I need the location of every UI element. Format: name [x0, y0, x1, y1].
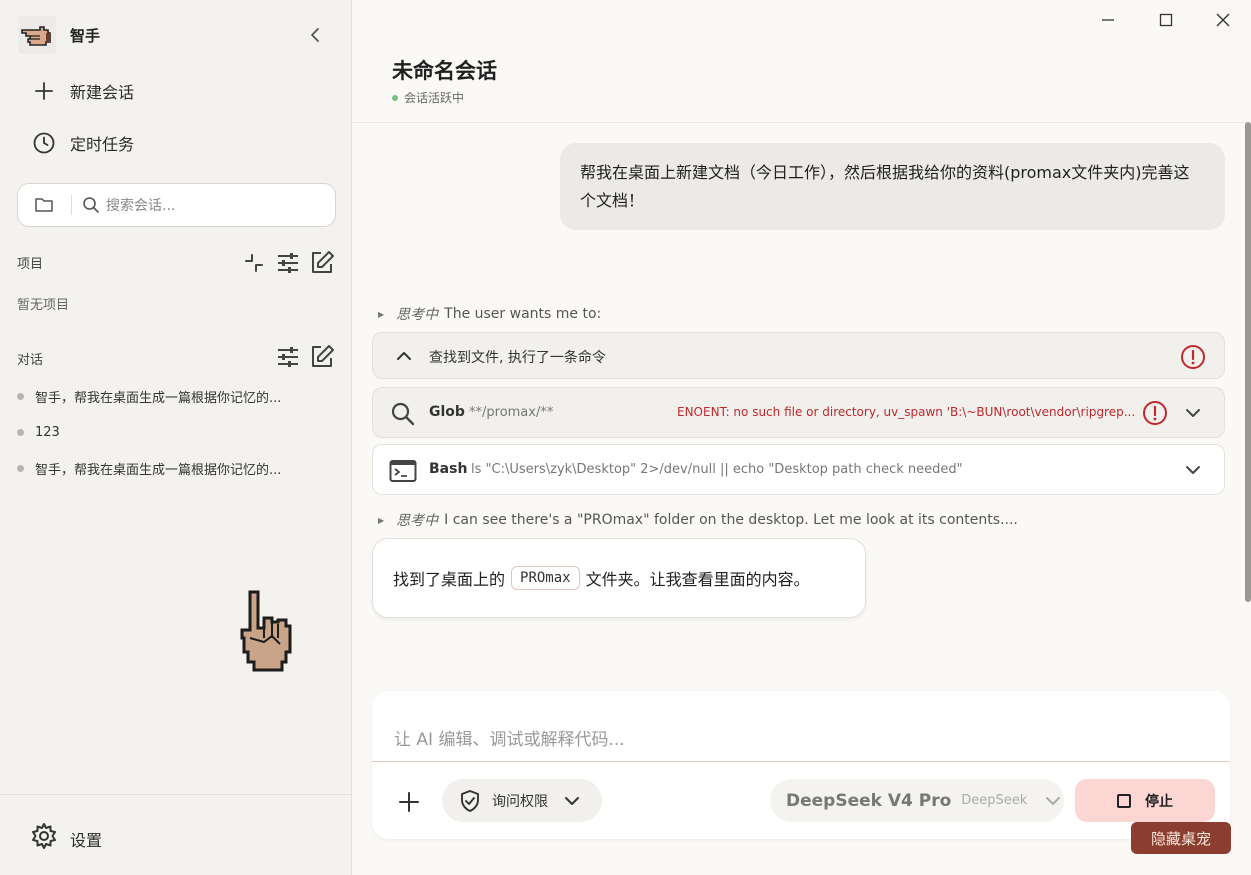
hide-pet-label: 隐藏桌宠	[1150, 829, 1211, 848]
conversation-item[interactable]: 智手，帮我在桌面生成一篇根据你记忆的...	[17, 458, 281, 478]
conversation-dot	[17, 428, 24, 436]
tool-name: Bash	[429, 461, 468, 477]
shield-check-icon	[458, 789, 482, 813]
thinking-text: I can see there's a "PROmax" folder on t…	[444, 512, 1018, 528]
clock-icon	[30, 129, 58, 157]
new-chat-button[interactable]: 新建会话	[30, 76, 134, 106]
new-chat-label: 新建会话	[70, 83, 135, 102]
thinking-label: 思考中	[396, 513, 439, 529]
conversations-actions	[269, 342, 337, 372]
message-input[interactable]: 让 AI 编辑、调试或解释代码...	[394, 725, 625, 750]
assistant-text-after: 文件夹。让我查看里面的内容。	[585, 570, 810, 589]
tool-error: ENOENT: no such file or directory, uv_sp…	[677, 405, 1136, 419]
stop-square-icon	[1117, 793, 1131, 808]
filter-sliders-icon[interactable]	[273, 342, 303, 372]
inline-code: PROmax	[511, 566, 580, 590]
page-title: 未命名会话	[392, 59, 497, 83]
tool-call-glob[interactable]: Glob **/promax/** ENOENT: no such file o…	[372, 387, 1225, 438]
brand: 智手	[18, 16, 100, 54]
projects-actions	[235, 248, 337, 278]
scrollbar[interactable]	[1245, 122, 1251, 602]
conversation-dot	[17, 464, 24, 472]
filter-sliders-icon[interactable]	[273, 248, 303, 278]
assistant-text-before: 找到了桌面上的	[393, 570, 506, 589]
scheduled-tasks-label: 定时任务	[70, 135, 135, 154]
scheduled-tasks-button[interactable]: 定时任务	[30, 128, 134, 158]
composer-divider	[372, 761, 1230, 762]
error-alert-icon	[1180, 344, 1206, 370]
chevron-down-icon	[1182, 459, 1204, 481]
model-provider: DeepSeek	[961, 793, 1028, 808]
minimize-icon[interactable]	[1097, 9, 1119, 31]
sidebar: 智手 新建会话 定时任务 搜索会话... 项目 暂无项目 对话 智手，帮我在桌面…	[0, 0, 352, 875]
stop-button[interactable]: 停止	[1075, 779, 1215, 822]
search-divider	[71, 195, 72, 215]
projects-empty-text: 暂无项目	[17, 298, 70, 313]
plus-icon	[30, 77, 58, 105]
conversation-item[interactable]: 智手，帮我在桌面生成一篇根据你记忆的...	[17, 386, 281, 406]
new-conversation-edit-icon[interactable]	[307, 342, 337, 372]
thinking-label: 思考中	[396, 307, 439, 323]
app-name: 智手	[70, 26, 101, 45]
chevron-down-icon	[562, 791, 582, 811]
search-input[interactable]: 搜索会话...	[106, 195, 175, 215]
composer: 让 AI 编辑、调试或解释代码... 询问权限 DeepSeek V4 Pro …	[372, 691, 1230, 839]
header-divider	[352, 122, 1251, 123]
folder-icon[interactable]	[29, 190, 59, 220]
settings-button[interactable]: 设置	[0, 794, 351, 875]
tool-call-bash[interactable]: Bash ls "C:\Users\zyk\Desktop" 2>/dev/nu…	[372, 444, 1225, 495]
permission-label: 询问权限	[492, 793, 548, 810]
hide-desktop-pet-button[interactable]: 隐藏桌宠	[1131, 822, 1231, 854]
tool-name: Glob	[429, 404, 465, 420]
projects-title: 项目	[17, 257, 44, 272]
conversation-label: 智手，帮我在桌面生成一篇根据你记忆的...	[35, 390, 282, 406]
stop-label: 停止	[1145, 793, 1173, 810]
tool-group-header[interactable]: 查找到文件, 执行了一条命令	[372, 332, 1225, 379]
chat-main: 未命名会话 会话活跃中 帮我在桌面上新建文档（今日工作），然后根据我给你的资料(…	[352, 0, 1251, 875]
expand-triangle-icon: ▶	[378, 309, 385, 319]
error-alert-icon	[1142, 400, 1168, 426]
collapse-sidebar-icon[interactable]	[304, 24, 326, 46]
session-status: 会话活跃中	[392, 89, 464, 106]
tool-group-summary: 查找到文件, 执行了一条命令	[429, 350, 606, 366]
collapse-all-icon[interactable]	[239, 248, 269, 278]
search-icon	[82, 196, 100, 214]
expand-triangle-icon: ▶	[378, 515, 385, 525]
assistant-message: 找到了桌面上的 PROmax 文件夹。让我查看里面的内容。	[372, 538, 866, 618]
new-project-edit-icon[interactable]	[307, 248, 337, 278]
thinking-row[interactable]: ▶ 思考中 The user wants me to:	[378, 304, 601, 324]
gear-icon	[30, 822, 58, 850]
search-icon	[389, 400, 417, 428]
settings-label: 设置	[70, 831, 103, 850]
tool-arg: ls "C:\Users\zyk\Desktop" 2>/dev/null ||…	[471, 462, 963, 477]
model-name: DeepSeek V4 Pro	[786, 790, 952, 811]
chevron-down-icon	[1182, 402, 1204, 424]
conversation-dot	[17, 392, 24, 400]
chevron-down-icon	[1043, 791, 1063, 811]
status-text: 会话活跃中	[404, 91, 465, 105]
thinking-row[interactable]: ▶ 思考中 I can see there's a "PROmax" folde…	[378, 510, 1018, 530]
status-dot	[392, 94, 398, 101]
conversation-item[interactable]: 123	[17, 422, 60, 442]
terminal-icon	[389, 457, 417, 485]
conversation-label: 智手，帮我在桌面生成一篇根据你记忆的...	[35, 462, 282, 478]
permission-dropdown[interactable]: 询问权限	[442, 779, 602, 822]
app-logo-hand-icon	[18, 16, 56, 54]
user-message: 帮我在桌面上新建文档（今日工作），然后根据我给你的资料(promax文件夹内)完…	[560, 143, 1225, 230]
pointing-hand-cursor-icon	[238, 588, 298, 674]
add-attachment-icon[interactable]	[396, 789, 422, 815]
close-icon[interactable]	[1212, 9, 1234, 31]
thinking-text: The user wants me to:	[444, 306, 602, 322]
model-selector[interactable]: DeepSeek V4 Pro DeepSeek	[770, 779, 1064, 822]
maximize-icon[interactable]	[1155, 9, 1177, 31]
search-box: 搜索会话...	[17, 183, 336, 227]
conversation-label: 123	[35, 424, 60, 440]
chevron-up-icon	[393, 345, 415, 367]
tool-arg: **/promax/**	[469, 405, 554, 420]
conversations-title: 对话	[17, 353, 44, 368]
